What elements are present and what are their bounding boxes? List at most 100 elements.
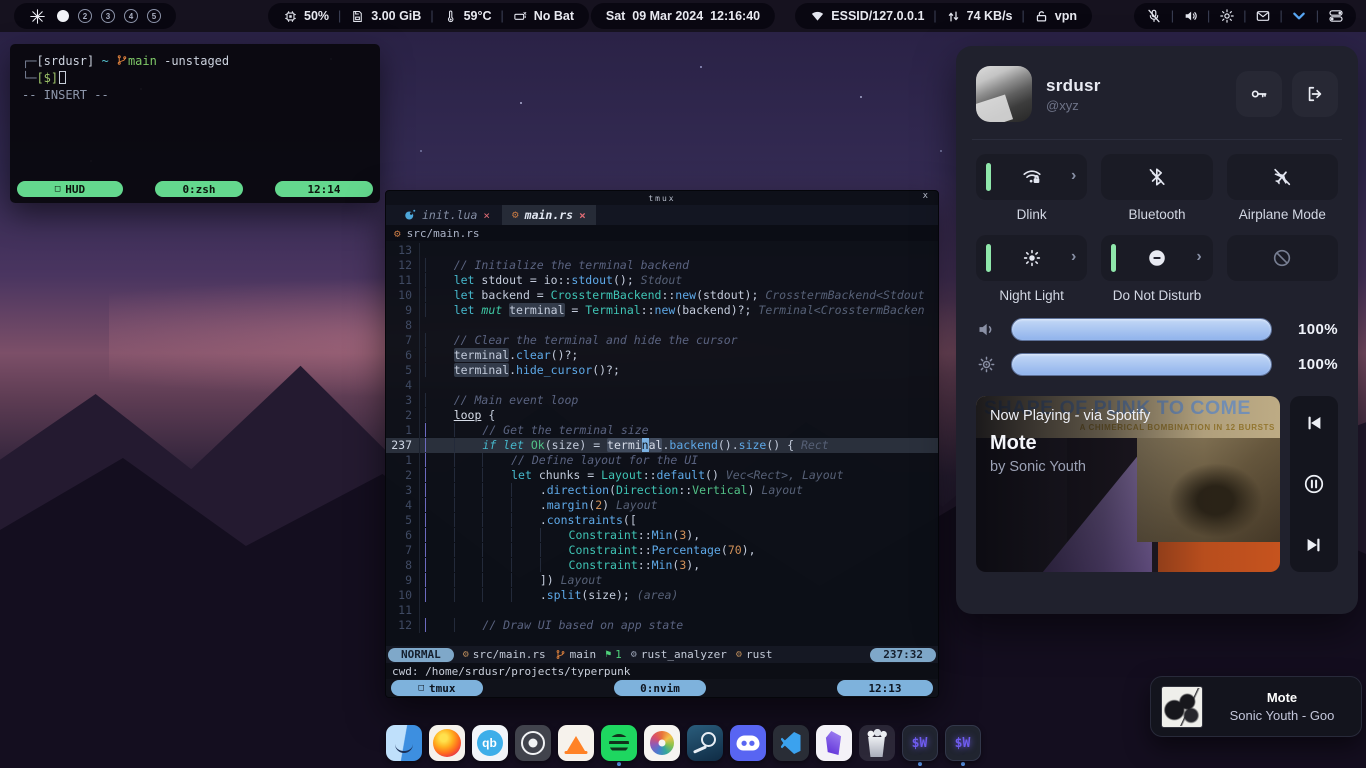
toggle-dlink-button[interactable]: › [976, 154, 1087, 200]
obs-icon[interactable] [515, 725, 551, 761]
code-line[interactable]: 2 loop { [386, 408, 938, 423]
code-line[interactable]: 13 [386, 243, 938, 258]
code-line[interactable]: 2 let chunks = Layout::default() Vec<Rec… [386, 468, 938, 483]
settings-icon[interactable] [1218, 8, 1235, 25]
workspace-5[interactable]: 5 [147, 9, 161, 23]
trash-icon[interactable] [859, 725, 895, 761]
code-area[interactable]: 1312 // Initialize the terminal backend1… [386, 241, 938, 633]
code-line[interactable]: 5 terminal.hide_cursor()?; [386, 363, 938, 378]
workspace-2[interactable]: 2 [78, 9, 92, 23]
code-line[interactable]: 6 Constraint::Min(3), [386, 528, 938, 543]
code-line[interactable]: 3 // Main event loop [386, 393, 938, 408]
dock-spotify[interactable] [601, 725, 637, 766]
terminal-w-icon[interactable] [945, 725, 981, 761]
firefox-icon[interactable] [429, 725, 465, 761]
workspace-4[interactable]: 4 [124, 9, 138, 23]
dnd-icon [1146, 247, 1168, 269]
volume-icon[interactable] [1182, 8, 1199, 25]
network-pill[interactable]: ESSID/127.0.0.1|74 KB/s|vpn [795, 3, 1092, 29]
spotify-icon[interactable] [601, 725, 637, 761]
dock-vlc[interactable] [558, 725, 594, 766]
dock-firefox[interactable] [429, 725, 465, 766]
chevron-down-icon[interactable] [1291, 8, 1308, 25]
dock-discord[interactable] [730, 725, 766, 766]
panel-divider [972, 139, 1342, 140]
next-track-button[interactable] [1303, 534, 1325, 556]
pause-button[interactable] [1303, 473, 1325, 495]
workspace-1-active[interactable] [57, 10, 69, 22]
file-manager-icon[interactable] [386, 725, 422, 761]
code-line[interactable]: 10 let backend = CrosstermBackend::new(s… [386, 288, 938, 303]
lock-keys-button[interactable] [1236, 71, 1282, 117]
code-line[interactable]: 10 .split(size); (area) [386, 588, 938, 603]
chevron-right-icon[interactable]: › [1071, 167, 1076, 185]
terminal-window[interactable]: ┌─[srdusr] ~ main -unstaged └─[$] -- INS… [10, 44, 380, 203]
tmux-session-tmux[interactable]: □tmux [391, 680, 483, 696]
code-line[interactable]: 9 ]) Layout [386, 573, 938, 588]
code-line[interactable]: 12 // Initialize the terminal backend [386, 258, 938, 273]
code-line[interactable]: 4 [386, 378, 938, 393]
code-line[interactable]: 11 [386, 603, 938, 618]
terminal-w-icon[interactable] [902, 725, 938, 761]
code-line[interactable]: 3 .direction(Direction::Vertical) Layout [386, 483, 938, 498]
code-line[interactable]: 6 terminal.clear()?; [386, 348, 938, 363]
tab-init-lua[interactable]: init.lua × [394, 205, 500, 225]
toggle-airplane-mode-button[interactable] [1227, 154, 1338, 200]
prompt-user: [srdusr] [36, 54, 94, 68]
dock-qbittorrent[interactable] [472, 725, 508, 766]
dock-obsidian[interactable] [816, 725, 852, 766]
window-close-button[interactable]: x [923, 191, 930, 201]
code-line[interactable]: 8 [386, 318, 938, 333]
code-line[interactable]: 1 // Get the terminal size [386, 423, 938, 438]
code-line[interactable]: 8 Constraint::Min(3), [386, 558, 938, 573]
tmux-session-hud[interactable]: □HUD [17, 181, 123, 197]
tab-main-rs[interactable]: ⚙ main.rs × [502, 205, 596, 225]
logout-button[interactable] [1292, 71, 1338, 117]
tmux-window-zsh[interactable]: 0:zsh [155, 181, 243, 197]
code-line[interactable]: 4 .margin(2) Layout [386, 498, 938, 513]
code-line[interactable]: 12 // Draw UI based on app state [386, 618, 938, 633]
dock-photos[interactable] [644, 725, 680, 766]
code-line[interactable]: 7 Constraint::Percentage(70), [386, 543, 938, 558]
code-line[interactable]: 1 // Define layout for the UI [386, 453, 938, 468]
dock-terminal-w[interactable] [902, 725, 938, 766]
steam-icon[interactable] [687, 725, 723, 761]
mic-muted-icon[interactable] [1146, 8, 1163, 25]
code-line[interactable]: 11 let stdout = io::stdout(); Stdout [386, 273, 938, 288]
album-art-card[interactable]: SHAPE OF PUNK TO COME A CHIMERICAL BOMBI… [976, 396, 1280, 572]
code-line[interactable]: 237 if let Ok(size) = terminal.backend()… [386, 438, 938, 453]
vscode-icon[interactable] [773, 725, 809, 761]
code-line[interactable]: 5 .constraints([ [386, 513, 938, 528]
obsidian-icon[interactable] [816, 725, 852, 761]
code-line[interactable]: 9 let mut terminal = Terminal::new(backe… [386, 303, 938, 318]
dock-vscode[interactable] [773, 725, 809, 766]
workspace-3[interactable]: 3 [101, 9, 115, 23]
dock-file-manager[interactable] [386, 725, 422, 766]
editor-window[interactable]: tmux x init.lua × ⚙ main.rs × ⚙ src/main… [385, 190, 939, 698]
dock-terminal-w[interactable] [945, 725, 981, 766]
toggles-icon[interactable] [1327, 8, 1344, 25]
code-line[interactable]: 7 // Clear the terminal and hide the cur… [386, 333, 938, 348]
mail-icon[interactable] [1255, 8, 1272, 25]
dock-steam[interactable] [687, 725, 723, 766]
qbittorrent-icon[interactable] [472, 725, 508, 761]
toggle-night-light-button[interactable]: › [976, 235, 1087, 281]
chevron-right-icon[interactable]: › [1196, 248, 1201, 266]
toggle-do-not-disturb-button[interactable]: › [1101, 235, 1212, 281]
volume-slider[interactable] [1011, 318, 1272, 341]
tmux-window-nvim[interactable]: 0:nvim [614, 680, 706, 696]
toggle-ban-button[interactable] [1227, 235, 1338, 281]
launcher-star-icon[interactable] [29, 8, 46, 25]
photos-icon[interactable] [644, 725, 680, 761]
dock-trash[interactable] [859, 725, 895, 766]
clock[interactable]: Sat 09 Mar 2024 12:16:40 [591, 3, 775, 29]
chevron-right-icon[interactable]: › [1071, 248, 1076, 266]
tab-close-icon[interactable]: × [579, 209, 586, 222]
tab-close-icon[interactable]: × [483, 209, 490, 222]
toggle-bluetooth-button[interactable] [1101, 154, 1212, 200]
discord-icon[interactable] [730, 725, 766, 761]
dock-obs[interactable] [515, 725, 551, 766]
brightness-slider[interactable] [1011, 353, 1272, 376]
vlc-icon[interactable] [558, 725, 594, 761]
previous-track-button[interactable] [1303, 412, 1325, 434]
